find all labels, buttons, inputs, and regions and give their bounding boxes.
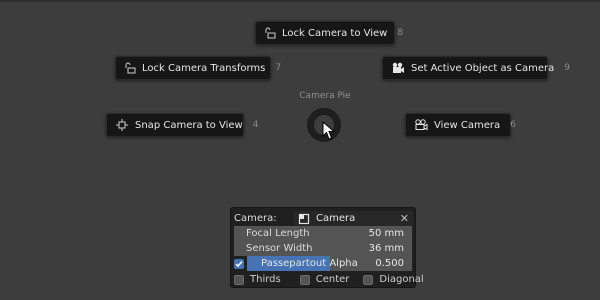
thirds-checkbox[interactable] [234,274,244,285]
pie-item-label: Lock Camera to View [282,27,388,39]
passepartout-value: 0.500 [375,258,404,269]
shortcut-number: 6 [510,120,516,130]
center-label: Center [315,274,350,285]
pie-item-label: Set Active Object as Camera [411,62,555,74]
lock-camera-icon [264,26,276,40]
focal-length-field[interactable]: Focal Length 50 mm [234,226,412,241]
sensor-width-value: 36 mm [368,243,404,254]
camera-selector[interactable]: Camera ✕ [294,211,413,226]
passepartout-checkbox[interactable] [234,258,244,269]
center-checkbox[interactable] [299,274,310,285]
guide-thirds[interactable]: Thirds [234,274,281,285]
shortcut-number: 8 [397,28,404,38]
focal-length-label: Focal Length [246,228,310,239]
camera-object-icon [298,213,310,225]
guide-center[interactable]: Center [299,274,350,285]
guide-diagonal[interactable]: Diagonal [363,274,424,285]
lock-camera-transforms-button[interactable]: Lock Camera Transforms 7 [115,56,281,80]
camera-value: Camera [316,213,356,224]
thirds-label: Thirds [250,274,281,285]
sensor-width-label: Sensor Width [246,243,313,254]
composition-guides-row: Thirds Center Diagonal [234,272,424,287]
set-active-object-as-camera-button[interactable]: Set Active Object as Camera 9 [382,56,570,80]
pie-item-label: View Camera [434,119,501,131]
diagonal-checkbox[interactable] [363,274,374,285]
diagonal-label: Diagonal [379,274,424,285]
lock-camera-icon [124,61,136,75]
top-border [0,0,600,2]
camera-properties-panel: Camera: Camera ✕ Focal Length 50 mm Sens… [230,207,424,288]
view-camera-icon [414,118,428,132]
passepartout-row: Passepartout Alpha 0.500 [234,256,412,271]
lock-camera-to-view-button[interactable]: Lock Camera to View 8 [255,21,403,45]
passepartout-alpha-slider[interactable]: Passepartout Alpha 0.500 [247,256,412,271]
snap-camera-to-view-button[interactable]: Snap Camera to View 4 [106,113,258,137]
shortcut-number: 7 [275,63,282,73]
pie-menu-title: Camera Pie [299,91,351,101]
checkmark-icon [235,260,243,267]
camera-row: Camera: Camera ✕ [234,211,413,226]
shortcut-number: 4 [252,120,259,130]
mouse-cursor-icon [322,121,336,140]
snap-camera-icon [115,118,129,132]
pie-item-label: Lock Camera Transforms [142,62,266,74]
clear-icon[interactable]: ✕ [400,212,409,225]
shortcut-number: 9 [564,63,570,73]
camera-icon [391,61,405,75]
pie-item-label: Snap Camera to View [135,119,243,131]
sensor-width-field[interactable]: Sensor Width 36 mm [234,241,412,256]
view-camera-button[interactable]: View Camera 6 [405,113,516,137]
focal-length-value: 50 mm [368,228,404,239]
passepartout-label: Passepartout Alpha [261,258,358,269]
camera-label: Camera: [234,213,277,224]
